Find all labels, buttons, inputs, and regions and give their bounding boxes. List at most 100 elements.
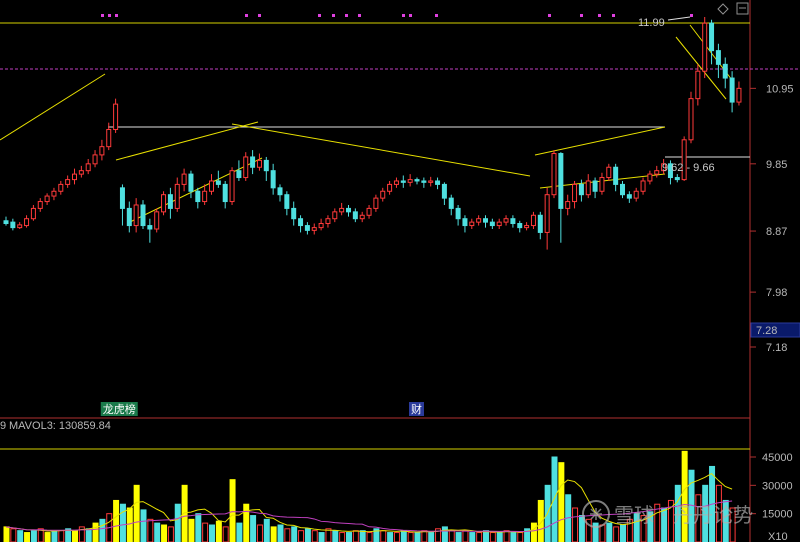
top-right-controls[interactable] [717,2,749,15]
volume-bar [209,524,215,542]
candle-body [195,190,201,203]
candle-body [277,187,283,196]
event-dot [245,14,248,17]
stock-chart: 10.95 9.85 8.87 7.98 7.18 7.28 11.99 9.62 - … [0,0,800,542]
event-dot [612,14,615,17]
price-tick-label: 10.95 [766,83,794,95]
candle-body [421,180,427,183]
candle-body [154,211,160,230]
candle-body [339,207,345,213]
volume-bar [133,484,140,542]
candle-body [188,173,194,192]
event-dot [108,14,111,17]
candle-body [565,201,571,209]
candle-body [455,207,461,220]
event-dot [358,14,361,17]
candle-body [352,211,358,220]
candle-body [400,180,406,183]
volume-bar [332,530,339,542]
volume-bar [530,522,537,542]
volume-bar [174,503,181,542]
candle-body [578,183,584,196]
event-dot [101,14,104,17]
candle-body [592,180,598,192]
candle-body [298,218,304,227]
candle-body [346,207,351,213]
event-dot [598,14,601,17]
candle-body [524,225,530,229]
volume-bar [469,532,476,542]
candle-body [284,194,290,209]
candle-body [640,180,646,192]
candle-body [517,223,523,229]
volume-bar [51,530,58,542]
volume-bar [441,526,448,542]
volume-bar [298,530,305,542]
candle-body [229,170,235,203]
volume-bar [188,518,195,542]
candle-body [236,170,242,179]
volume-axis: 45000 30000 15000 X10 [750,452,793,542]
volume-bar [44,532,51,542]
candle-body [387,183,393,192]
volume-bar [161,524,168,542]
volume-bar [291,526,298,542]
candle-body [359,214,365,220]
volume-bar [24,532,31,542]
candle-body [647,173,653,182]
candle-body [78,170,84,175]
price-tick-label: 8.87 [766,226,787,238]
candle-body [270,170,276,189]
candle-body [51,190,57,197]
candle-body [3,220,9,225]
candle-body [496,221,502,227]
candle-body [202,190,208,203]
candle-body [736,87,742,103]
volume-unit-label: X10 [768,531,788,542]
candle-body [626,194,632,199]
price-tick-label: 7.98 [766,287,787,299]
event-dot [332,14,335,17]
volume-bar [359,530,366,542]
candle-body [10,221,16,229]
volume-bar [387,532,394,542]
volume-bar [154,522,161,542]
candle-body [222,183,228,203]
candle-body [620,183,625,196]
candle-body [243,156,249,179]
price-axis: 10.95 9.85 8.87 7.98 7.18 [750,83,794,354]
candle-body [441,183,447,199]
candle-body [462,218,468,227]
high-price-label: 11.99 [638,17,665,29]
event-dot [318,14,321,17]
volume-bar [99,518,106,542]
candle-body [133,204,139,227]
volume-tick-label: 15000 [762,509,793,521]
volume-bar [243,503,250,542]
volume-bar [681,450,688,542]
candle-body [332,211,338,220]
volume-bar [277,524,284,542]
volume-bar [352,530,359,542]
candle-body [393,180,399,185]
candle-body [537,214,543,233]
candle-body [585,180,591,196]
candle-body [606,166,612,179]
diamond-icon[interactable] [717,3,729,15]
candle-body [380,190,386,199]
volume-header: 9 MAVOL3: 130859.84 [0,420,111,432]
candle-body [72,173,77,181]
candle-body [106,129,112,148]
candle-body [58,183,64,192]
event-dot [258,14,261,17]
volume-bar [304,528,311,542]
watermark-text: 雪球 · 丹丹论势 [614,503,753,527]
candle-body [715,50,721,65]
event-dot [115,14,118,17]
candle-body [17,224,23,229]
candle-body [688,98,694,141]
event-tag-label: 财 [411,402,422,416]
volume-bar [85,528,92,542]
volume-bar [339,532,346,542]
candle-body [311,227,317,231]
